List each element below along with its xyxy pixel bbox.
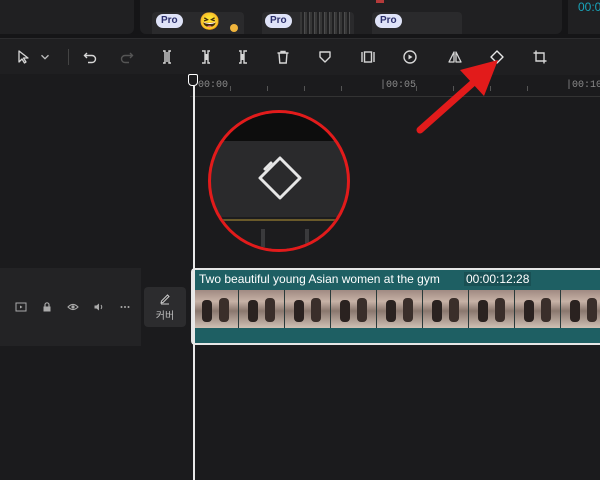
delete-right-icon[interactable]: [233, 47, 253, 67]
pro-badge: Pro: [375, 14, 402, 28]
video-clip[interactable]: Two beautiful young Asian women at the g…: [191, 268, 600, 345]
zoom-bar: [305, 229, 309, 247]
clip-duration: 00:00:12:28: [464, 272, 532, 286]
annotation-arrow: [416, 60, 498, 134]
edit-icon: [160, 293, 170, 304]
cover-button[interactable]: 커버: [144, 287, 186, 327]
clip-frame: [469, 290, 515, 328]
toolbar-divider: [68, 49, 69, 65]
rotate-icon: [258, 156, 302, 200]
clip-frame: [331, 290, 377, 328]
ruler-tick: [230, 86, 231, 91]
zoom-accent-line: [221, 219, 341, 221]
ruler-baseline: [190, 96, 600, 97]
clip-frame: [561, 290, 600, 328]
clip-frame: [285, 290, 331, 328]
media-panel-left: [0, 0, 134, 34]
ruler-tick: [527, 86, 528, 91]
pro-badge: Pro: [156, 14, 183, 28]
clip-frame: [515, 290, 561, 328]
split-icon[interactable]: [157, 47, 177, 67]
ruler-label: |00:10: [566, 80, 600, 91]
clip-frame: [193, 290, 239, 328]
ruler-label: 00:00: [198, 80, 229, 91]
clip-title: Two beautiful young Asian women at the g…: [199, 272, 440, 286]
freeze-frame-icon[interactable]: [358, 47, 378, 67]
ruler-tick: [304, 86, 305, 91]
clip-frame: [423, 290, 469, 328]
emoji-thumb: 😆: [199, 12, 221, 31]
zoom-dark-band: [211, 113, 347, 141]
delete-icon[interactable]: [273, 47, 293, 67]
media-strip: 00:0 Pro 😆 Pro Pro: [0, 0, 600, 38]
ruler-tick: [267, 86, 268, 91]
clip-frame: [239, 290, 285, 328]
playhead[interactable]: [193, 86, 195, 480]
dropdown-chevron-icon[interactable]: [38, 47, 52, 67]
zoom-lower-band: [211, 217, 347, 249]
undo-icon[interactable]: [80, 47, 100, 67]
redo-icon[interactable]: [117, 47, 137, 67]
select-cursor-icon[interactable]: [14, 47, 34, 67]
cover-label: 커버: [155, 310, 175, 322]
audio-icon[interactable]: [92, 300, 106, 314]
pro-badge: Pro: [265, 14, 292, 28]
clip-frame: [377, 290, 423, 328]
track-thumbnail-icon[interactable]: [14, 300, 28, 314]
media-thumb-noise: [300, 12, 350, 34]
timeline-toolbar: [0, 38, 600, 75]
zoom-bar: [261, 229, 265, 247]
ruler-tick: [341, 86, 342, 91]
emoji-dot: [230, 24, 238, 32]
more-icon[interactable]: [118, 300, 132, 314]
media-marker: [376, 0, 384, 3]
clip-filmstrip: [193, 290, 600, 328]
zoom-callout: [208, 110, 350, 252]
delete-left-icon[interactable]: [196, 47, 216, 67]
mask-icon[interactable]: [315, 47, 335, 67]
eye-icon[interactable]: [66, 300, 80, 314]
crop-icon[interactable]: [530, 47, 550, 67]
playhead-handle[interactable]: [188, 74, 198, 86]
lock-icon[interactable]: [40, 300, 54, 314]
media-timecode: 00:0: [578, 0, 600, 14]
